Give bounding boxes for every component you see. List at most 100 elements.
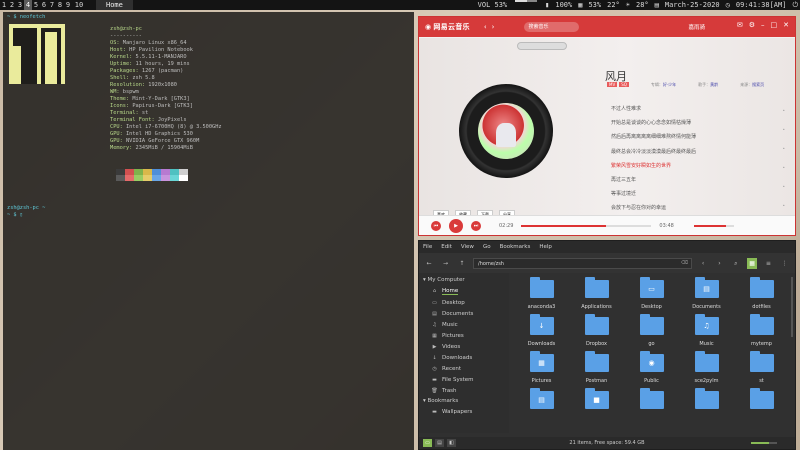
folder-item[interactable]: Postman (569, 349, 624, 386)
next-button[interactable]: ⏭ (471, 220, 481, 231)
workspace-3[interactable]: 3 (16, 0, 24, 10)
terminal-input-line[interactable]: zsh@zsh-pc ~ ~ $ ▯ (7, 205, 45, 219)
folder-item[interactable] (734, 386, 789, 423)
lyric-line[interactable]: 最终总会冷冷淡淡漠漠最后终最终最后 (611, 145, 696, 159)
artist-info[interactable]: 歌手：黄龄 (698, 82, 718, 88)
lyric-line[interactable]: 繁荣风雪安好瞬如生的世界 (611, 159, 696, 173)
folder-item[interactable]: ■ (569, 386, 624, 423)
lyric-line[interactable]: 等事过境迁 (611, 187, 696, 201)
power-icon[interactable]: ⏻ (792, 0, 798, 10)
menu-file[interactable]: File (423, 244, 432, 250)
sidebar-item-recent[interactable]: ◷ Recent (419, 363, 509, 374)
scrollbar[interactable] (791, 277, 793, 337)
workspace-7[interactable]: 7 (48, 0, 56, 10)
menu-edit[interactable]: Edit (441, 244, 452, 250)
folder-item[interactable]: go (624, 312, 679, 349)
menu-go[interactable]: Go (483, 244, 491, 250)
tree-toggle-icon[interactable]: ▤ (435, 439, 444, 447)
settings-icon[interactable]: ⚙ (749, 21, 755, 29)
skin-icon[interactable]: ✉ (737, 21, 743, 29)
close-icon[interactable]: ✕ (783, 21, 789, 29)
search-icon[interactable]: ⌕ (731, 258, 741, 269)
folder-item[interactable] (624, 386, 679, 423)
list-view-icon[interactable]: ≡ (763, 258, 773, 269)
bookmark-item[interactable]: ▬ Wallpapers (419, 406, 509, 417)
menu-bookmarks[interactable]: Bookmarks (500, 244, 531, 250)
back-icon[interactable]: ← (424, 258, 434, 269)
folder-item[interactable]: ▦ Pictures (514, 349, 569, 386)
previous-button[interactable]: ⏮ (431, 220, 441, 231)
play-button[interactable]: ▶ (449, 218, 463, 233)
search-input[interactable]: 搜索音乐 (524, 22, 580, 32)
active-window-title[interactable]: Home (96, 0, 133, 10)
volume-label[interactable]: VOL 53% (478, 0, 508, 10)
workspace-10[interactable]: 10 (72, 0, 86, 10)
volume-slider[interactable] (515, 0, 538, 2)
next-icon[interactable]: › (714, 258, 724, 269)
forward-icon[interactable]: → (440, 258, 450, 269)
folder-item[interactable]: ▭ Desktop (624, 275, 679, 312)
progress-slider[interactable] (521, 224, 652, 227)
up-icon[interactable]: ↑ (457, 258, 467, 269)
zoom-slider[interactable] (751, 442, 777, 444)
lyric-line[interactable]: 再过三五年 (611, 173, 696, 187)
minimize-icon[interactable]: – (761, 21, 765, 29)
folder-item[interactable]: anaconda3 (514, 275, 569, 312)
folder-item[interactable]: ◉ Public (624, 349, 679, 386)
sidebar-heading-my-computer[interactable]: ▾ My Computer (419, 275, 509, 285)
folder-item[interactable]: dotfiles (734, 275, 789, 312)
workspace-5[interactable]: 5 (32, 0, 40, 10)
sidebar-item-trash[interactable]: 🗑 Trash (419, 385, 509, 396)
folder-item[interactable]: st (734, 349, 789, 386)
sidebar-heading-bookmarks[interactable]: ▾ Bookmarks (419, 396, 509, 406)
location-path[interactable]: /home/zsh (478, 261, 504, 267)
folder-item[interactable]: sce2pylm (679, 349, 734, 386)
sidebar-item-videos[interactable]: ▶ Videos (419, 341, 509, 352)
sidebar-item-desktop[interactable]: ▭ Desktop (419, 297, 509, 308)
lyric-line[interactable]: 然后后再离离离离细细难熬终情何能薄 (611, 130, 696, 144)
prompt-cursor[interactable]: ~ $ ▯ (7, 212, 45, 219)
sidebar-item-music[interactable]: ♫ Music (419, 319, 509, 330)
clear-location-icon[interactable]: ⌫ (681, 260, 688, 266)
sidebar-item-pictures[interactable]: ▦ Pictures (419, 330, 509, 341)
maximize-icon[interactable]: □ (771, 21, 778, 29)
lyric-line[interactable]: 不过人性难求 (611, 102, 696, 116)
workspace-9[interactable]: 9 (64, 0, 72, 10)
player-volume-slider[interactable] (693, 224, 734, 227)
places-toggle-icon[interactable]: ▭ (423, 439, 432, 447)
workspace-6[interactable]: 6 (40, 0, 48, 10)
forward-icon[interactable]: › (492, 23, 495, 31)
icon-view-icon[interactable]: ▦ (746, 257, 758, 269)
folder-item[interactable]: ▤ (514, 386, 569, 423)
source-info[interactable]: 来源：搜索页 (740, 82, 764, 88)
workspace-1[interactable]: 1 (0, 0, 8, 10)
folder-item[interactable]: ♫ Music (679, 312, 734, 349)
previous-icon[interactable]: ‹ (698, 258, 708, 269)
folder-item[interactable]: Applications (569, 275, 624, 312)
workspace-2[interactable]: 2 (8, 0, 16, 10)
folder-item[interactable]: ▤ Documents (679, 275, 734, 312)
folder-item[interactable] (679, 386, 734, 423)
album-info[interactable]: 专辑：好·少年 (651, 82, 676, 88)
workspace-8[interactable]: 8 (56, 0, 64, 10)
sidebar-item-documents[interactable]: ▤ Documents (419, 308, 509, 319)
terminal-window[interactable]: ~ $ neofetch zsh@zsh-pc ---------- OS: M… (3, 12, 414, 450)
workspace-4[interactable]: 4 (24, 0, 32, 10)
hide-sidebar-icon[interactable]: ◧ (447, 439, 456, 447)
lyrics-panel[interactable]: 不过人性难求 开始总是谈谈的心心念念如情枯燥薄 然后后再离离离离细细难熬终情何能薄最… (611, 102, 696, 230)
menu-view[interactable]: View (461, 244, 474, 250)
folder-item[interactable]: Dropbox (569, 312, 624, 349)
username[interactable]: 嘉雨骑 (688, 23, 705, 31)
folder-item[interactable]: mytemp (734, 312, 789, 349)
compact-view-icon[interactable]: ⋮ (780, 258, 790, 269)
sidebar-item-downloads[interactable]: ↓ Downloads (419, 352, 509, 363)
location-bar[interactable]: /home/zsh ⌫ (473, 257, 692, 269)
menu-help[interactable]: Help (539, 244, 552, 250)
scroll-marker: • (782, 127, 785, 132)
lyric-line[interactable]: 开始总是谈谈的心心念念如情枯燥薄 (611, 116, 696, 130)
lyric-line[interactable]: 会放下与忍在你对的幸运 (611, 201, 696, 215)
sidebar-item-file-system[interactable]: ▬ File System (419, 374, 509, 385)
back-icon[interactable]: ‹ (484, 23, 487, 31)
folder-item[interactable]: ↓ Downloads (514, 312, 569, 349)
sidebar-item-home[interactable]: ⌂ Home (419, 285, 509, 297)
